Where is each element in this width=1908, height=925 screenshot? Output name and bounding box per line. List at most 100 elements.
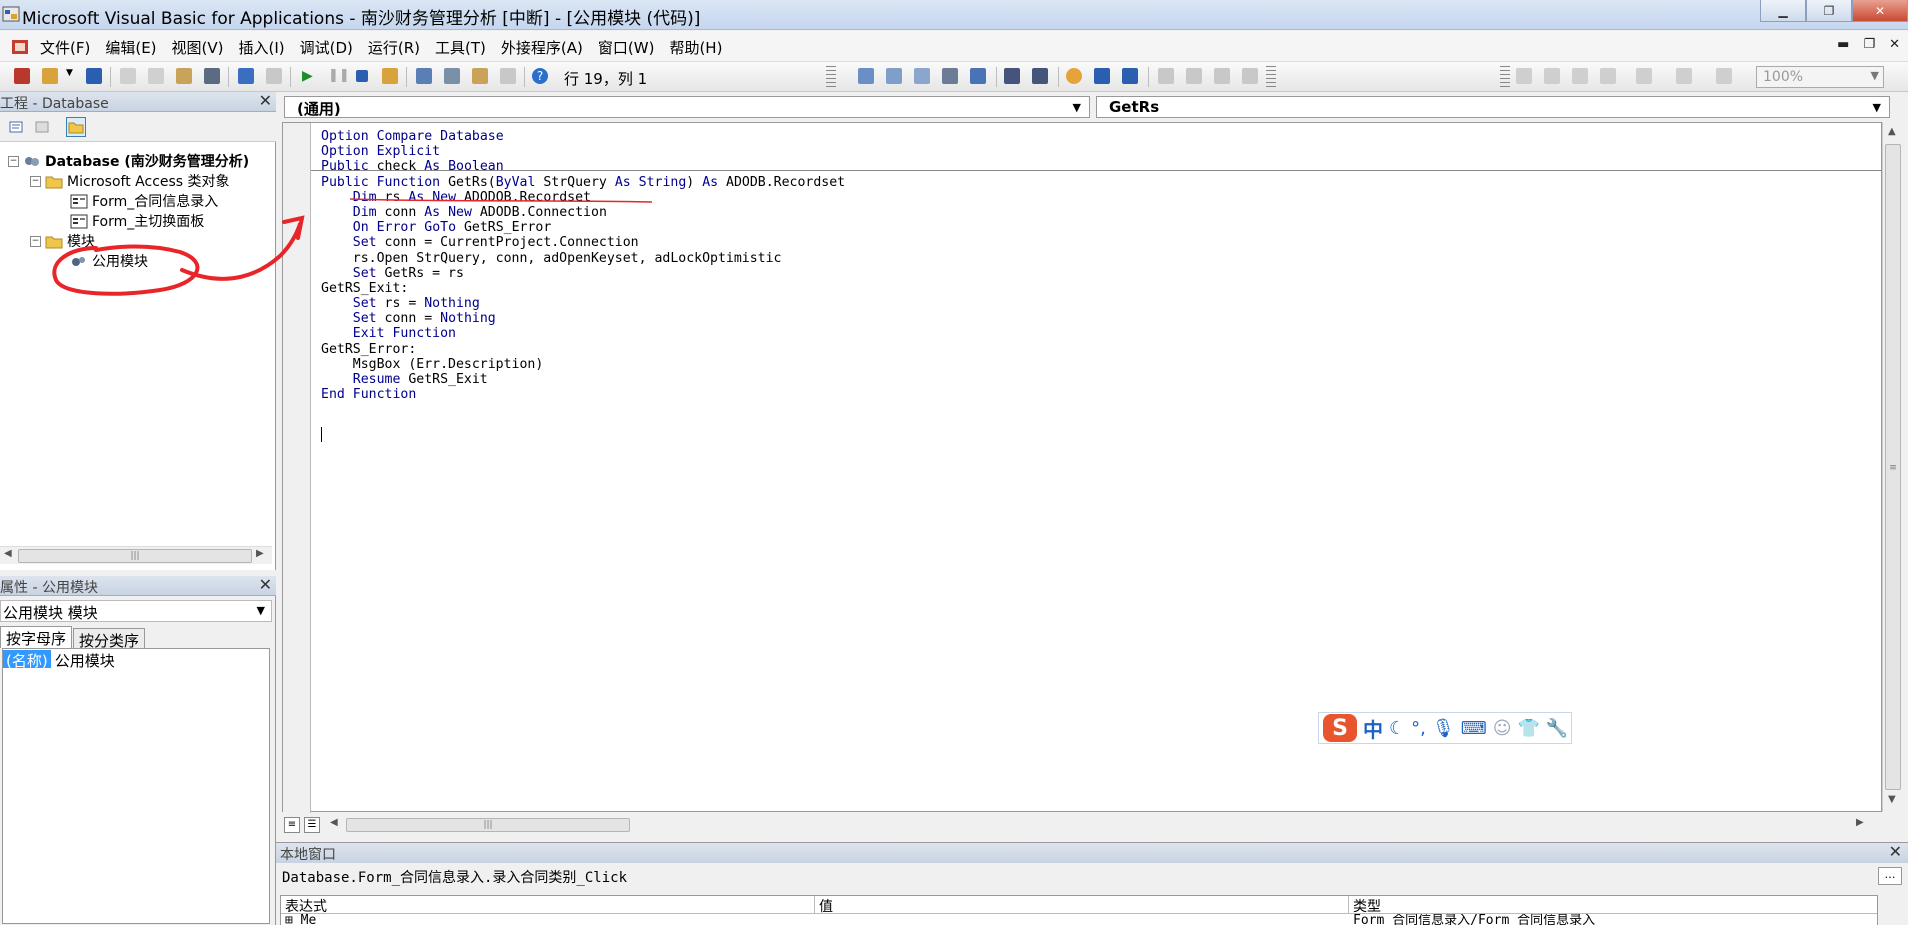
reset-icon[interactable] [356, 70, 368, 82]
scroll-down-icon[interactable]: ▼ [1888, 794, 1896, 805]
menu-insert[interactable]: 插入(I) [239, 37, 285, 58]
make-same-size-icon[interactable] [1716, 68, 1732, 84]
locals-cell-expression[interactable]: ⊞ Me [281, 914, 815, 925]
scroll-right-icon[interactable]: ▶ [1856, 817, 1864, 828]
menu-help[interactable]: 帮助(H) [669, 37, 722, 58]
tree-node-access-objects[interactable]: − Microsoft Access 类对象 [30, 172, 230, 190]
tab-categorized[interactable]: 按分类序 [73, 628, 146, 650]
close-icon[interactable]: ✕ [259, 91, 272, 110]
access-view-icon[interactable] [10, 37, 30, 57]
object-browser-icon[interactable] [472, 68, 488, 84]
copy-icon[interactable] [148, 68, 164, 84]
code-line[interactable]: Option Explicit [321, 144, 845, 159]
scroll-left-icon[interactable]: ◀ [4, 548, 12, 559]
collapse-icon[interactable]: − [30, 235, 41, 247]
tree-node-public-module[interactable]: 公用模块 [70, 252, 148, 270]
code-line[interactable]: Public Function GetRs(ByVal StrQuery As … [321, 175, 845, 190]
view-code-icon[interactable] [6, 117, 26, 137]
save-icon[interactable] [86, 68, 102, 84]
margin-indicator-bar[interactable] [283, 123, 311, 813]
align-icon[interactable] [1636, 68, 1652, 84]
outdent-icon[interactable] [1032, 68, 1048, 84]
ime-toolbar[interactable]: S 中 ☾ °, 🎙 ⌨ ☺ 👕 🔧 [1318, 712, 1572, 744]
maximize-button[interactable]: ❐ [1806, 0, 1852, 22]
quick-info-icon[interactable] [914, 68, 930, 84]
view-object-icon[interactable] [32, 117, 52, 137]
object-select[interactable]: 公用模块 模块 ▼ [0, 600, 272, 622]
previous-bookmark-icon[interactable] [1214, 68, 1230, 84]
code-line[interactable]: Option Compare Database [321, 129, 845, 144]
call-stack-button[interactable]: … [1878, 867, 1902, 885]
toolbox-icon[interactable] [500, 68, 516, 84]
microphone-icon[interactable]: 🎙 [1432, 718, 1455, 739]
menu-tools[interactable]: 工具(T) [435, 37, 486, 58]
clear-bookmarks-icon[interactable] [1242, 68, 1258, 84]
help-icon[interactable]: ? [532, 68, 548, 84]
break-icon[interactable]: ❚❚ [328, 68, 350, 84]
code-line[interactable]: Resume GetRS_Exit [321, 372, 845, 387]
scroll-left-icon[interactable]: ◀ [330, 817, 338, 828]
scroll-thumb[interactable]: ||| [346, 818, 630, 832]
scroll-up-icon[interactable]: ▲ [1888, 126, 1896, 137]
paste-icon[interactable] [176, 68, 192, 84]
menu-file[interactable]: 文件(F) [40, 37, 90, 58]
code-hscrollbar[interactable]: ◀ ||| ▶ [326, 816, 1872, 834]
punctuation-icon[interactable]: °, [1411, 718, 1426, 739]
ime-mode-toggle[interactable]: 中 [1363, 714, 1383, 743]
procedure-combo[interactable]: GetRs ▼ [1096, 96, 1890, 118]
menu-run[interactable]: 运行(R) [368, 37, 420, 58]
tree-node-modules[interactable]: − 模块 [30, 232, 95, 250]
collapse-icon[interactable]: − [30, 175, 41, 187]
toggle-folders-icon[interactable] [66, 117, 86, 137]
code-line[interactable]: MsgBox (Err.Description) [321, 357, 845, 372]
tree-node-form-contract[interactable]: Form_合同信息录入 [70, 192, 218, 210]
code-editor[interactable]: Option Compare Database Option Explicit Pu… [282, 122, 1883, 813]
child-close-button[interactable]: ✕ [1889, 37, 1900, 52]
code-line[interactable]: Exit Function [321, 326, 845, 341]
cut-icon[interactable] [120, 68, 136, 84]
moon-icon[interactable]: ☾ [1389, 718, 1405, 739]
parameter-info-icon[interactable] [942, 68, 958, 84]
menu-view[interactable]: 视图(V) [172, 37, 224, 58]
procedure-view-icon[interactable]: ≡ [284, 817, 300, 833]
sogou-logo-icon[interactable]: S [1323, 714, 1357, 742]
find-icon[interactable] [204, 68, 220, 84]
toggle-breakpoint-icon[interactable] [1066, 68, 1082, 84]
project-hscrollbar[interactable]: ◀ ||| ▶ [0, 546, 272, 564]
run-icon[interactable]: ▶ [302, 68, 318, 84]
scroll-right-icon[interactable]: ▶ [256, 548, 264, 559]
code-line[interactable]: Dim rs As New ADODOB.Recordset [321, 190, 845, 205]
child-minimize-button[interactable]: ▬ [1837, 37, 1849, 52]
send-to-back-icon[interactable] [1544, 68, 1560, 84]
code-line[interactable]: End Function [321, 387, 845, 402]
menu-edit[interactable]: 编辑(E) [105, 37, 156, 58]
close-icon[interactable]: ✕ [259, 575, 272, 594]
collapse-icon[interactable]: − [8, 155, 19, 167]
comment-block-icon[interactable] [1094, 68, 1110, 84]
ungroup-icon[interactable] [1600, 68, 1616, 84]
redo-icon[interactable] [266, 68, 282, 84]
properties-window-icon[interactable] [444, 68, 460, 84]
wrench-icon[interactable]: 🔧 [1546, 718, 1568, 739]
design-mode-icon[interactable] [382, 68, 398, 84]
code-line[interactable]: Public check As Boolean [321, 159, 845, 174]
skin-shirt-icon[interactable]: 👕 [1517, 718, 1539, 739]
scroll-thumb[interactable]: ≡ [1885, 144, 1901, 790]
code-line[interactable]: On Error GoTo GetRS_Error [321, 220, 845, 235]
edit-list-properties-icon[interactable] [858, 68, 874, 84]
complete-word-icon[interactable] [970, 68, 986, 84]
tree-node-form-switchboard[interactable]: Form_主切换面板 [70, 212, 204, 230]
user-icon[interactable]: ☺ [1493, 718, 1512, 739]
zoom-select[interactable]: 100% ▼ [1756, 66, 1884, 88]
code-text[interactable]: Option Compare Database Option Explicit Pu… [321, 129, 845, 402]
code-line[interactable]: Set conn = CurrentProject.Connection [321, 235, 845, 250]
code-line[interactable]: Set rs = Nothing [321, 296, 845, 311]
project-explorer-icon[interactable] [416, 68, 432, 84]
list-constants-icon[interactable] [886, 68, 902, 84]
code-vscrollbar[interactable]: ▲ ≡ ▼ [1882, 122, 1904, 812]
center-icon[interactable] [1676, 68, 1692, 84]
column-header-expression[interactable]: 表达式 [281, 896, 815, 915]
column-header-type[interactable]: 类型 [1349, 896, 1877, 915]
undo-icon[interactable] [238, 68, 254, 84]
tab-alphabetic[interactable]: 按字母序 [0, 626, 73, 648]
